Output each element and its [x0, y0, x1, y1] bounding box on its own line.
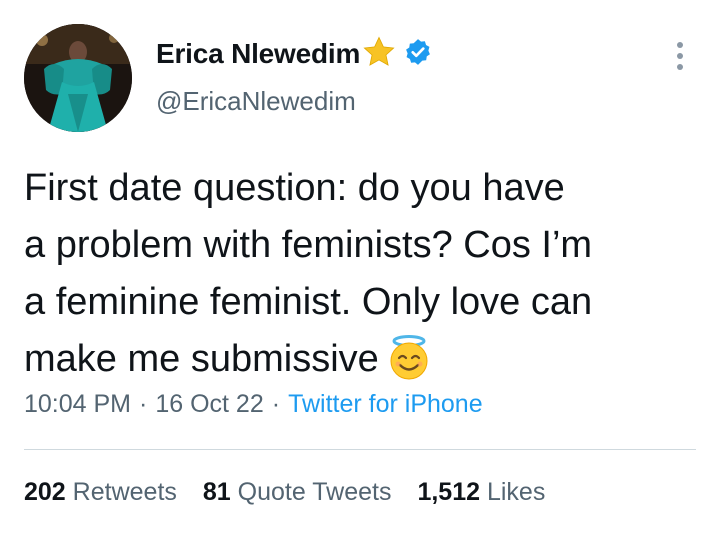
- tweet-date[interactable]: 16 Oct 22: [155, 390, 263, 418]
- likes-stat[interactable]: 1,512 Likes: [417, 478, 545, 506]
- divider: [24, 449, 696, 450]
- tweet-line-last: make me submissive: [24, 331, 700, 398]
- tweet-time[interactable]: 10:04 PM: [24, 390, 131, 418]
- author-name-row[interactable]: Erica Nlewedim: [156, 34, 432, 74]
- tweet-stats: 202 Retweets 81 Quote Tweets 1,512 Likes: [24, 478, 571, 507]
- avatar[interactable]: [24, 24, 132, 132]
- likes-count: 1,512: [417, 478, 481, 506]
- meta-separator: ·: [271, 390, 281, 418]
- more-dot-icon: [677, 42, 683, 48]
- tweet-source-link[interactable]: Twitter for iPhone: [288, 390, 483, 418]
- tweet-line: a problem with feminists? Cos I’m: [24, 224, 593, 266]
- quote-tweets-stat[interactable]: 81 Quote Tweets: [203, 478, 392, 506]
- retweets-label: Retweets: [72, 478, 177, 506]
- tweet-text: First date question: do you have a probl…: [24, 160, 700, 398]
- likes-label: Likes: [486, 478, 546, 506]
- tweet-card: Erica Nlewedim @EricaNlewedim First date…: [0, 0, 720, 537]
- verified-badge-icon: [404, 38, 432, 71]
- more-dot-icon: [677, 53, 683, 59]
- smiling-face-with-halo-icon: [385, 333, 433, 398]
- tweet-line: a feminine feminist. Only love can: [24, 281, 593, 323]
- retweets-stat[interactable]: 202 Retweets: [24, 478, 177, 506]
- tweet-meta: 10:04 PM · 16 Oct 22 · Twitter for iPhone: [24, 390, 483, 419]
- tweet-line: First date question: do you have: [24, 167, 565, 209]
- author-handle[interactable]: @EricaNlewedim: [156, 86, 356, 117]
- author-display-name[interactable]: Erica Nlewedim: [156, 38, 360, 70]
- quote-tweets-count: 81: [202, 478, 231, 506]
- star-icon: [362, 35, 396, 74]
- tweet-line: make me submissive: [24, 338, 379, 380]
- meta-separator: ·: [139, 390, 148, 418]
- quote-tweets-label: Quote Tweets: [237, 478, 392, 506]
- more-options-button[interactable]: [664, 36, 696, 76]
- more-dot-icon: [677, 64, 683, 70]
- retweets-count: 202: [24, 478, 66, 506]
